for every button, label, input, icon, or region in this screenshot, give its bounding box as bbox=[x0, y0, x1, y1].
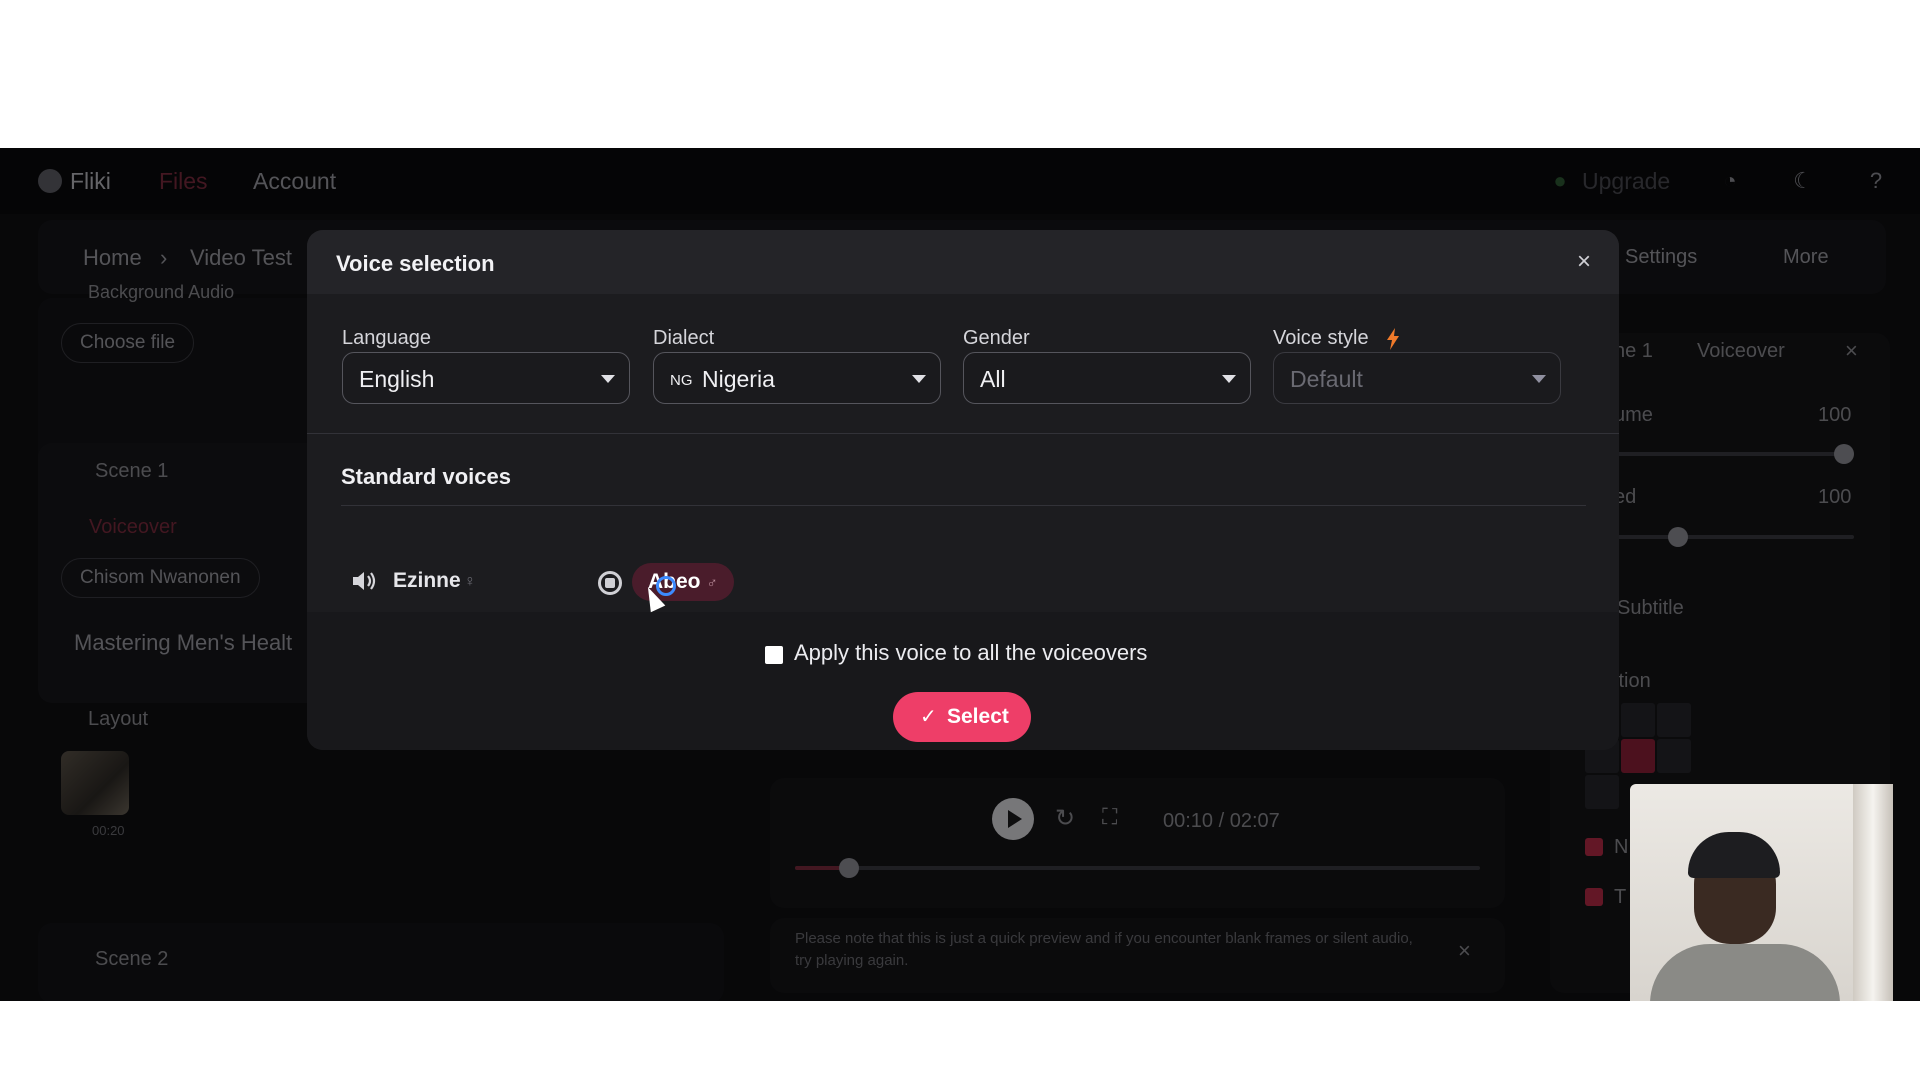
close-icon[interactable]: × bbox=[1577, 248, 1591, 276]
apply-all-checkbox[interactable] bbox=[765, 646, 783, 664]
voice-ezinne[interactable]: Ezinne bbox=[393, 569, 461, 593]
app-frame: Fliki Files Account ● Upgrade ◔ ☾ ? Home… bbox=[0, 148, 1920, 1001]
dialog-footer: Apply this voice to all the voiceovers ✓… bbox=[307, 612, 1619, 750]
female-icon: ♀ bbox=[464, 573, 476, 590]
divider bbox=[307, 433, 1619, 434]
webcam-overlay bbox=[1630, 784, 1893, 1001]
dialog-title: Voice selection bbox=[336, 251, 495, 276]
stop-icon[interactable] bbox=[598, 571, 622, 595]
voice-style-label: Voice style bbox=[1273, 327, 1369, 349]
gender-label: Gender bbox=[963, 327, 1030, 349]
webcam-person-cap bbox=[1688, 832, 1780, 878]
dialect-value: Nigeria bbox=[702, 366, 775, 392]
chevron-down-icon bbox=[1222, 375, 1236, 383]
chevron-down-icon bbox=[1532, 375, 1546, 383]
language-value: English bbox=[359, 366, 435, 392]
male-icon: ♂ bbox=[706, 575, 718, 592]
webcam-background bbox=[1853, 784, 1893, 1001]
divider bbox=[341, 505, 1586, 506]
voice-style-select[interactable]: Default bbox=[1273, 352, 1561, 404]
voice-selection-dialog: Voice selection × Language English Diale… bbox=[307, 230, 1619, 750]
speaker-icon[interactable] bbox=[350, 567, 378, 595]
voice-style-value: Default bbox=[1290, 366, 1363, 392]
select-button[interactable]: ✓ Select bbox=[893, 692, 1031, 742]
dialect-label: Dialect bbox=[653, 327, 715, 349]
webcam-person-body bbox=[1650, 944, 1840, 1001]
chevron-down-icon bbox=[912, 375, 926, 383]
gender-value: All bbox=[980, 366, 1006, 392]
language-select[interactable]: English bbox=[342, 352, 630, 404]
check-icon: ✓ bbox=[920, 706, 937, 728]
dialect-select[interactable]: NG Nigeria bbox=[653, 352, 941, 404]
chevron-down-icon bbox=[601, 375, 615, 383]
apply-all-label[interactable]: Apply this voice to all the voiceovers bbox=[794, 640, 1147, 666]
language-label: Language bbox=[342, 327, 431, 349]
standard-voices-heading: Standard voices bbox=[341, 464, 511, 489]
select-button-label: Select bbox=[947, 705, 1009, 728]
dialog-header: Voice selection × bbox=[307, 230, 1619, 294]
flag-code: NG bbox=[670, 372, 693, 389]
bolt-icon bbox=[1387, 328, 1399, 350]
gender-select[interactable]: All bbox=[963, 352, 1251, 404]
